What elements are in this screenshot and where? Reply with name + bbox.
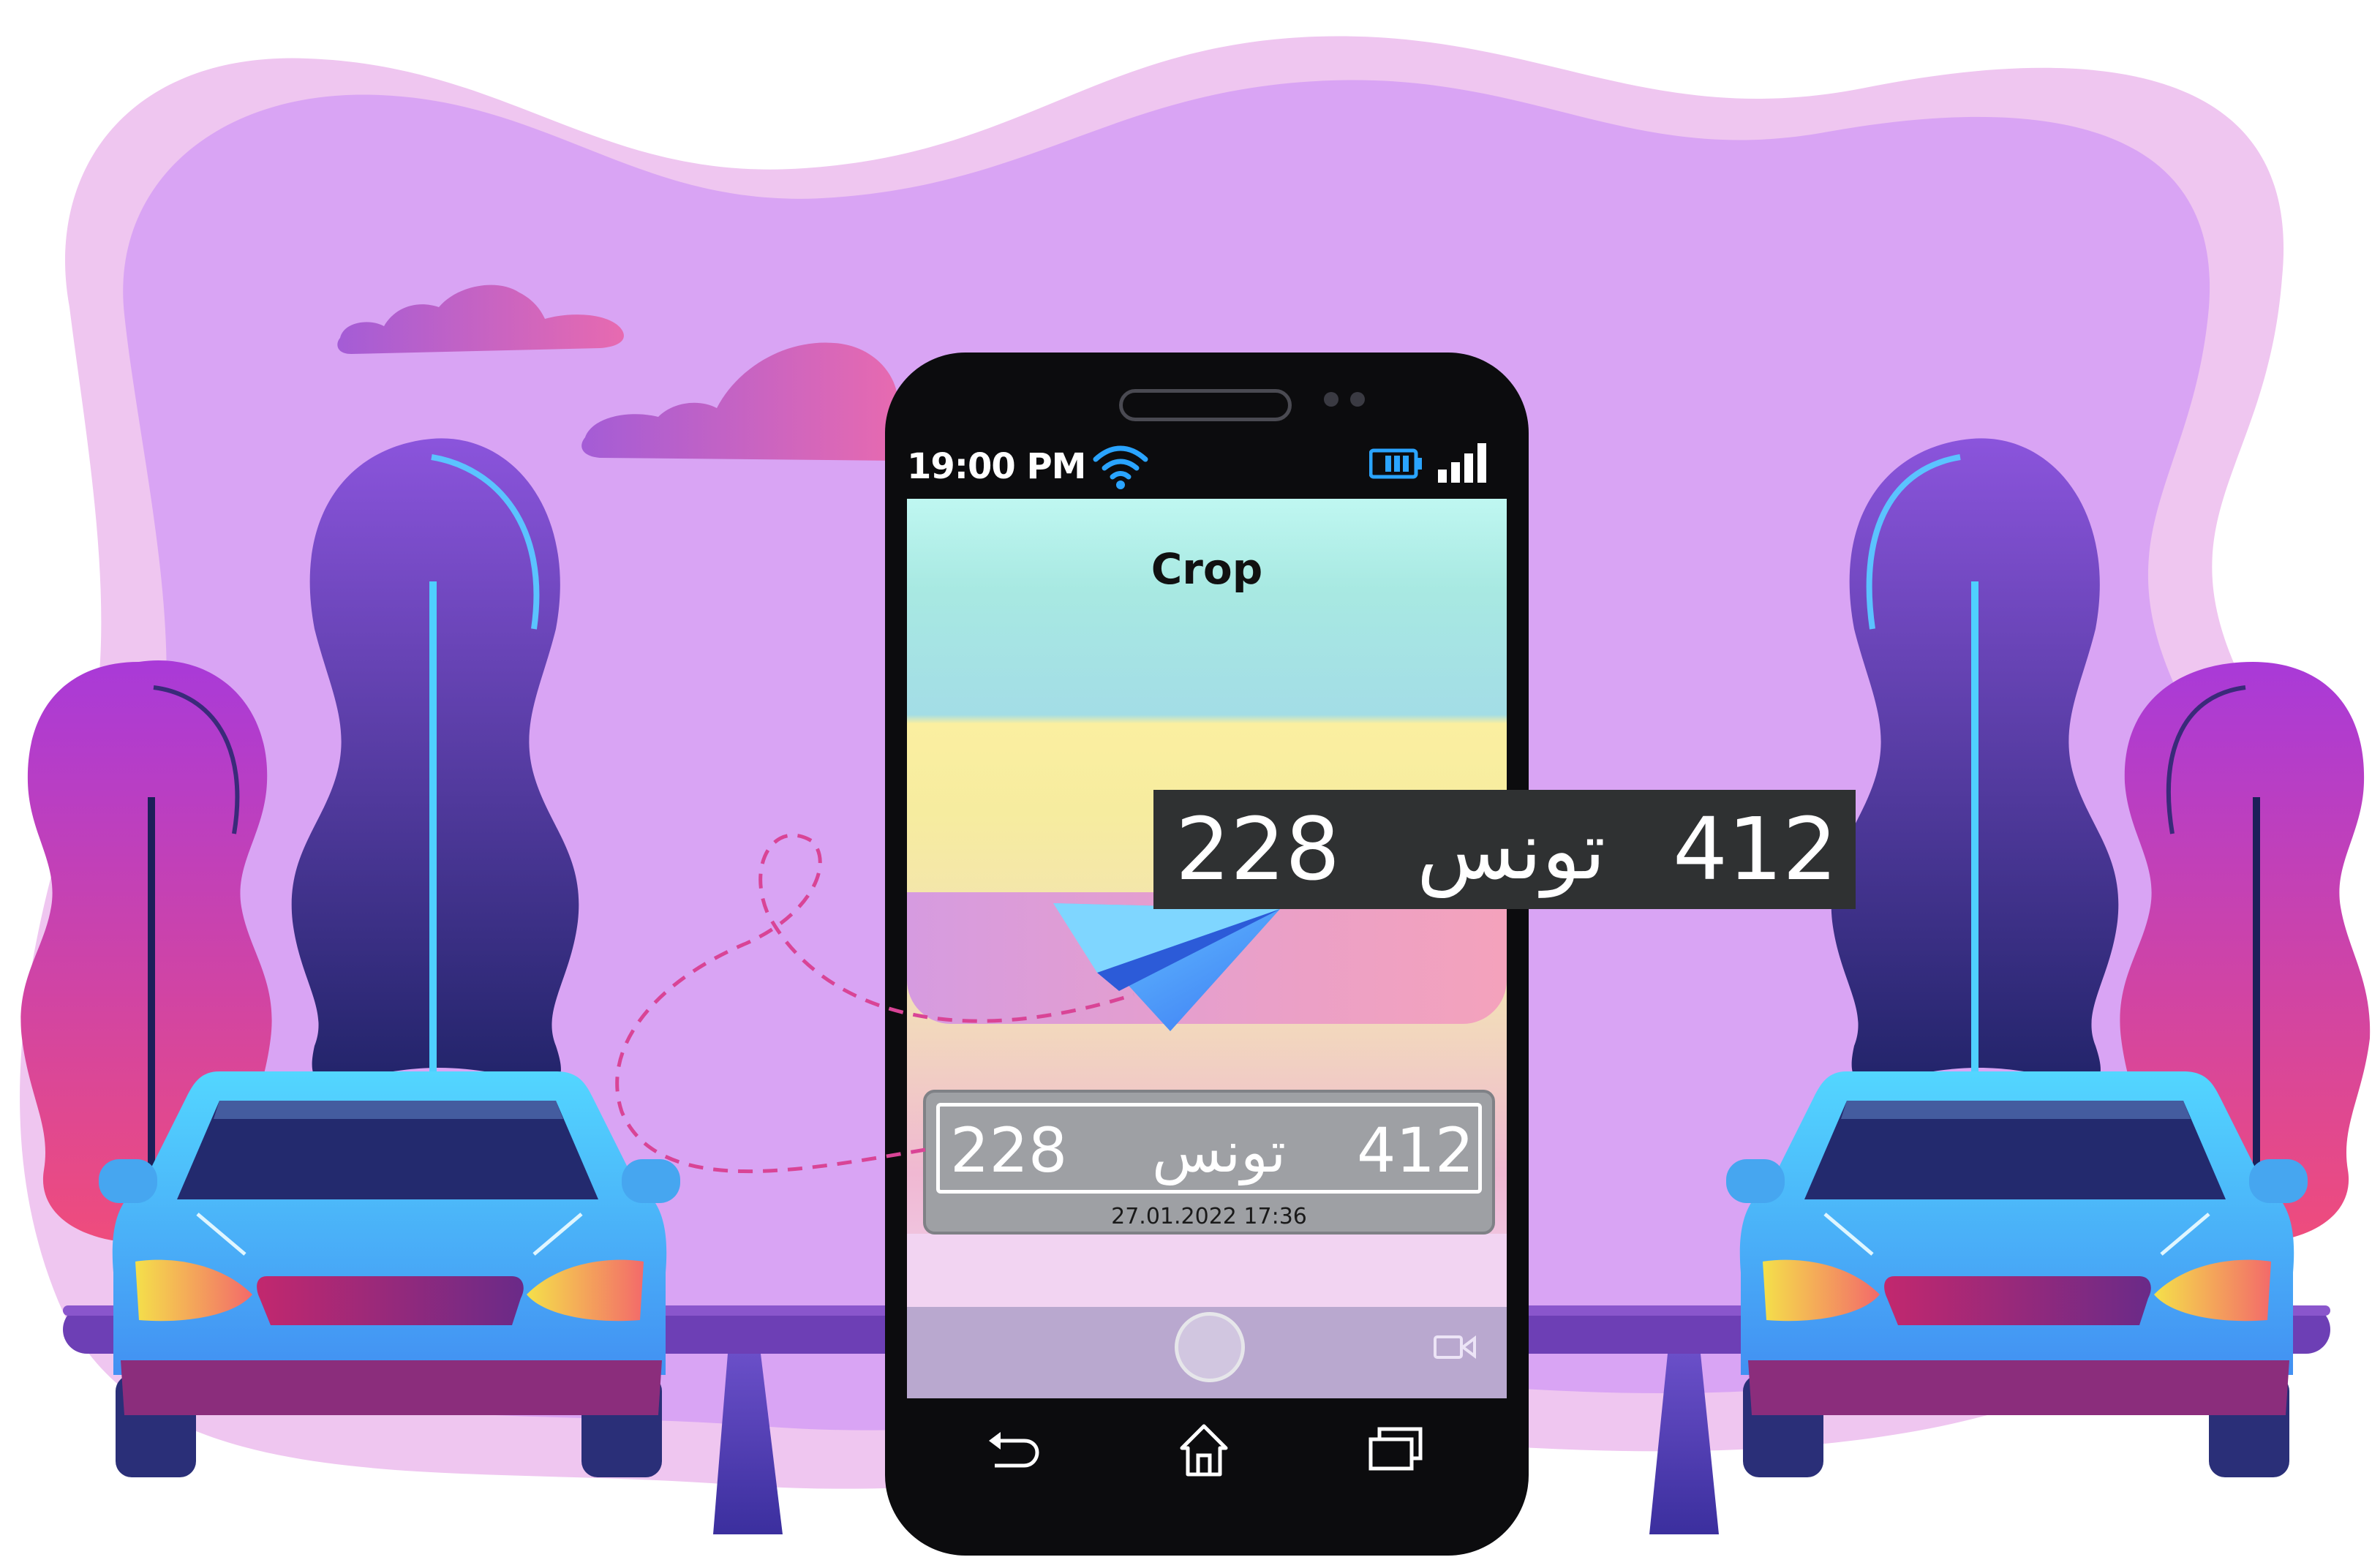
recognized-plate-arabic: تونس: [1417, 804, 1606, 897]
recognized-plate-right-number: 412: [1673, 799, 1838, 900]
recognized-plate-left-number: 228: [1175, 799, 1341, 900]
paper-plane-icon: [1053, 903, 1280, 1031]
recognized-plate: 228 تونس 412: [1153, 790, 1856, 909]
paper-plane-trail: [615, 833, 1134, 1174]
